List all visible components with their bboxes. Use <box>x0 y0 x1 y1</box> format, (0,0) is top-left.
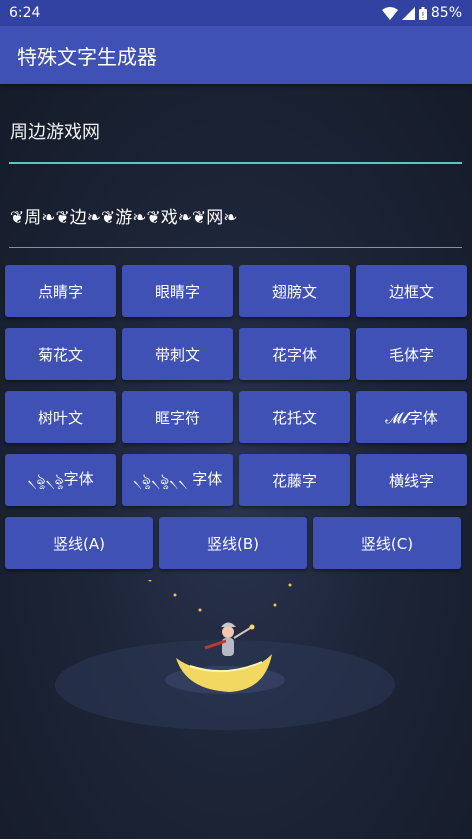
style-button-shuxian-b[interactable]: 竖线(B) <box>159 517 307 569</box>
wifi-icon <box>381 6 398 20</box>
style-button-hengxian[interactable]: 横线字 <box>356 454 467 506</box>
battery-icon: ! <box>418 6 427 20</box>
style-button-juhua[interactable]: 菊花文 <box>5 328 116 380</box>
app-title: 特殊文字生成器 <box>17 44 157 69</box>
style-button-shuye[interactable]: 树叶文 <box>5 391 116 443</box>
signal-icon <box>401 6 415 20</box>
style-button-ornament-a[interactable]: ৲ৡ৲ৡ字体 <box>5 454 116 506</box>
style-button-huatuo[interactable]: 花托文 <box>239 391 350 443</box>
style-button-kuangzi[interactable]: 眶字符 <box>122 391 233 443</box>
input-underline <box>9 162 462 164</box>
app-bar: 特殊文字生成器 <box>0 26 472 84</box>
style-button-ornament-b[interactable]: ৲ৡ৲ৡ৲৲ 字体 <box>122 454 233 506</box>
output-underline <box>9 247 462 248</box>
style-button-huazi[interactable]: 花字体 <box>239 328 350 380</box>
style-button-maoti[interactable]: 毛体字 <box>356 328 467 380</box>
style-button-daici[interactable]: 带刺文 <box>122 328 233 380</box>
button-row: ৲ৡ৲ৡ字体 ৲ৡ৲ৡ৲৲ 字体 花藤字 横线字 <box>5 454 467 506</box>
boat-illustration <box>55 580 395 730</box>
status-icons: ! 85% <box>381 5 462 21</box>
style-button-yanjing[interactable]: 眼睛字 <box>122 265 233 317</box>
button-row: 点睛字 眼睛字 翅膀文 边框文 <box>5 265 467 317</box>
button-row: 菊花文 带刺文 花字体 毛体字 <box>5 328 467 380</box>
result-output[interactable]: ❦周❧❦边❧❦游❧❦戏❧❦网❧ <box>9 192 462 248</box>
input-value: 周边游戏网 <box>10 122 100 143</box>
svg-text:!: ! <box>421 11 424 20</box>
style-button-biankuang[interactable]: 边框文 <box>356 265 467 317</box>
style-button-dianjing[interactable]: 点睛字 <box>5 265 116 317</box>
style-button-shuxian-c[interactable]: 竖线(C) <box>313 517 461 569</box>
text-input[interactable]: 周边游戏网 <box>9 108 462 164</box>
style-button-huateng[interactable]: 花藤字 <box>239 454 350 506</box>
status-bar: 6:24 ! 85% <box>0 0 472 26</box>
status-time: 6:24 <box>9 5 41 21</box>
style-button-script[interactable]: 𝓜𝓵字体 <box>356 391 467 443</box>
style-button-shuxian-a[interactable]: 竖线(A) <box>5 517 153 569</box>
output-value: ❦周❧❦边❧❦游❧❦戏❧❦网❧ <box>10 208 238 228</box>
style-button-grid: 点睛字 眼睛字 翅膀文 边框文 菊花文 带刺文 花字体 毛体字 树叶文 眶字符 … <box>5 265 467 580</box>
button-row: 树叶文 眶字符 花托文 𝓜𝓵字体 <box>5 391 467 443</box>
style-button-chibang[interactable]: 翅膀文 <box>239 265 350 317</box>
battery-percent: 85% <box>430 5 462 21</box>
button-row: 竖线(A) 竖线(B) 竖线(C) <box>5 517 467 569</box>
